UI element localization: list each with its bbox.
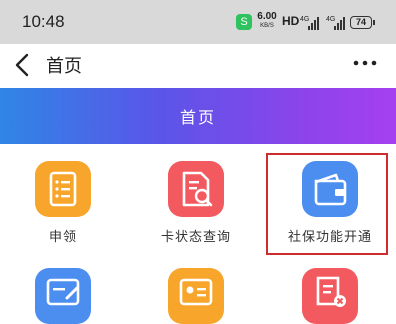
banner-title: 首页 (179, 108, 216, 127)
signal-label: 4G (300, 16, 309, 23)
page-title: 首页 (46, 56, 82, 77)
document-close-icon (316, 276, 346, 307)
id-card-icon (179, 278, 213, 306)
card-edit-button[interactable] (35, 268, 91, 324)
hd-indicator: HD (282, 14, 300, 28)
chevron-left-icon[interactable] (12, 52, 34, 78)
id-card-button[interactable] (168, 268, 224, 324)
apply-label[interactable]: 申领 (0, 226, 128, 245)
battery-icon: 74 (350, 16, 375, 29)
network-speed: 6.00 KB/S (256, 11, 278, 30)
card-status-query-button[interactable] (168, 161, 224, 217)
list-document-icon (49, 171, 77, 207)
app-notification-icon: S (236, 14, 252, 30)
highlight-box (266, 153, 388, 255)
network-speed-unit: KB/S (260, 23, 274, 29)
status-time: 10:48 (22, 12, 65, 31)
card-status-query-label[interactable]: 卡状态查询 (131, 226, 261, 245)
signal-icon: 4G (300, 16, 319, 30)
network-speed-value: 6.00 (257, 11, 277, 22)
document-search-icon (182, 171, 213, 207)
card-edit-icon (46, 278, 80, 306)
more-horizontal-icon[interactable] (352, 56, 378, 70)
signal-icon: 4G (326, 16, 345, 30)
apply-button[interactable] (35, 161, 91, 217)
document-close-button[interactable] (302, 268, 358, 324)
signal-label: 4G (326, 16, 335, 23)
